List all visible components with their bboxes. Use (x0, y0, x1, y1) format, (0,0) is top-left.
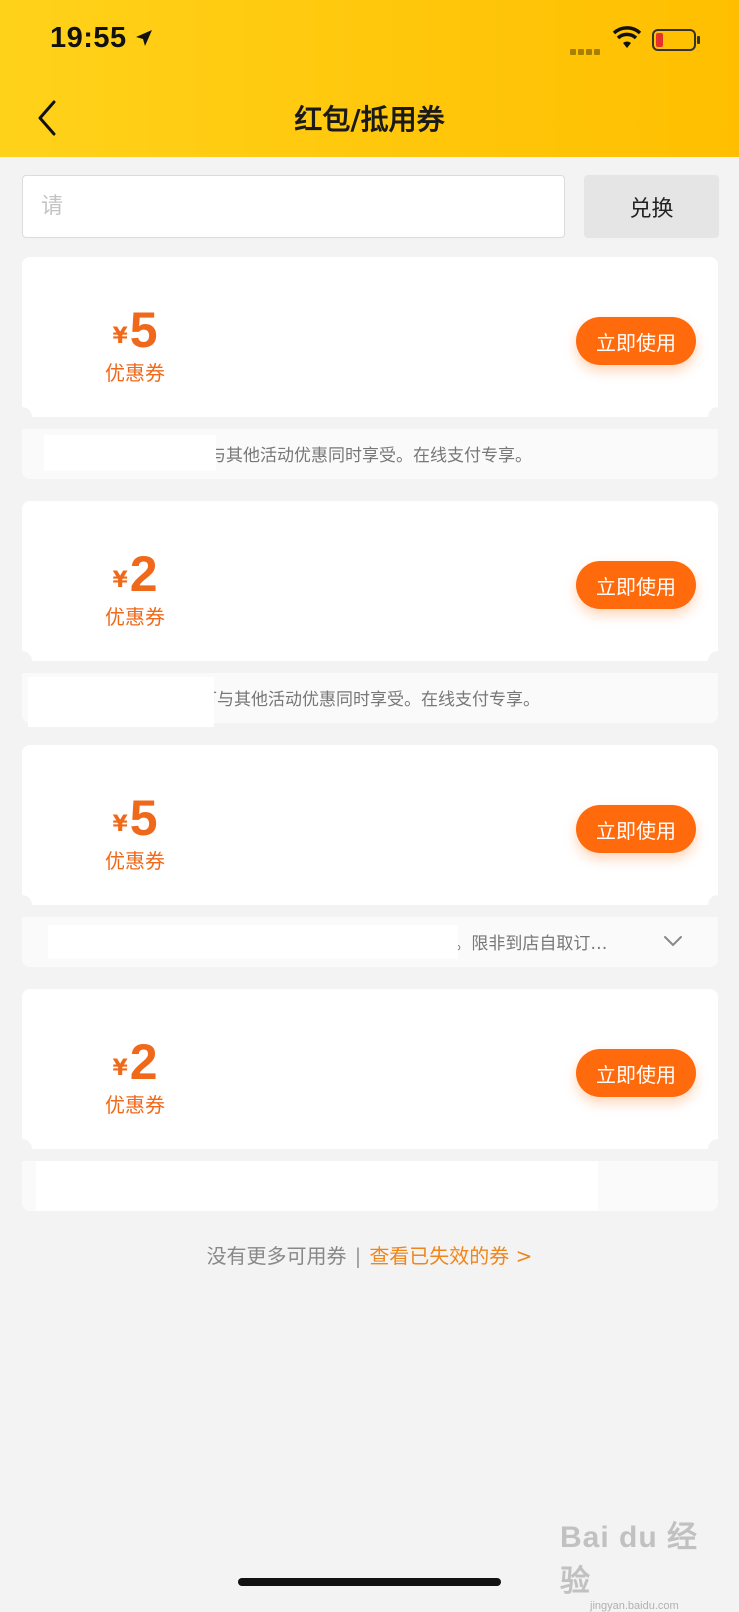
coupon-value: ¥5 优惠券 (80, 793, 190, 874)
coupon-terms: 可与其他活动优惠同时享受。在线支付专享。 (200, 690, 540, 710)
coupon-terms: 可与其他活动优惠同时享受。在线支付专享。 (192, 446, 532, 466)
home-indicator[interactable] (238, 1578, 501, 1586)
use-now-button[interactable]: 立即使用 (576, 805, 696, 853)
coupon-amount: 5 (129, 302, 158, 358)
coupon-value: ¥2 优惠券 (80, 549, 190, 630)
redaction-block (36, 1161, 598, 1211)
header-bar: 19:55 红包/抵用券 (0, 0, 739, 157)
redaction-block (48, 925, 458, 959)
ticket-notch (708, 1139, 728, 1159)
battery-low-icon (652, 29, 700, 51)
coupon-value: ¥2 优惠券 (80, 1037, 190, 1118)
use-now-button[interactable]: 立即使用 (576, 317, 696, 365)
coupon-terms-bar (22, 1161, 718, 1211)
ticket-notch (708, 407, 728, 427)
coupon-main: ¥5 优惠券 立即使用 (22, 257, 718, 417)
ticket-notch (12, 651, 32, 671)
watermark-url: jingyan.baidu.com (590, 1600, 679, 1612)
coupon-type-label: 优惠券 (105, 605, 165, 629)
coupon-type-label: 优惠券 (105, 1093, 165, 1117)
location-arrow-icon (136, 30, 152, 46)
coupon-terms-bar[interactable]: 用 。限非到店自取订… (22, 917, 718, 967)
coupon-main: ¥2 优惠券 立即使用 (22, 989, 718, 1149)
coupon-type-label: 优惠券 (105, 361, 165, 385)
redaction-block (28, 677, 214, 727)
footer-separator: | (354, 1244, 362, 1268)
page-title: 红包/抵用券 (294, 103, 445, 136)
coupon-card: ¥2 优惠券 立即使用 可与其他活动优惠同时享受。在线支付专享。 (12, 501, 728, 727)
coupon-terms-bar: 可与其他活动优惠同时享受。在线支付专享。 (22, 429, 718, 479)
ticket-notch (12, 895, 32, 915)
cellular-signal-icon (570, 40, 602, 59)
coupon-main: ¥2 优惠券 立即使用 (22, 501, 718, 661)
coupon-code-input[interactable] (22, 175, 565, 238)
chevron-down-icon[interactable] (662, 931, 684, 951)
currency-symbol: ¥ (112, 568, 128, 593)
currency-symbol: ¥ (112, 324, 128, 349)
redaction-block (44, 435, 216, 471)
coupon-amount: 2 (129, 1034, 158, 1090)
ticket-notch (12, 407, 32, 427)
coupon-type-label: 优惠券 (105, 849, 165, 873)
no-more-text: 没有更多可用券 (206, 1244, 347, 1268)
ticket-notch (12, 1139, 32, 1159)
coupon-terms: 用 。限非到店自取订… (432, 934, 608, 954)
use-now-button[interactable]: 立即使用 (576, 1049, 696, 1097)
coupon-amount: 5 (129, 790, 158, 846)
coupon-main: ¥5 优惠券 立即使用 (22, 745, 718, 905)
status-time: 19:55 (50, 22, 127, 54)
currency-symbol: ¥ (112, 812, 128, 837)
coupon-amount: 2 (129, 546, 158, 602)
use-now-button[interactable]: 立即使用 (576, 561, 696, 609)
ticket-notch (708, 895, 728, 915)
coupon-card: ¥5 优惠券 立即使用 用 。限非到店自取订… (12, 745, 728, 967)
list-footer: 没有更多可用券 | 查看已失效的券 > (0, 1240, 739, 1269)
watermark-brand: Bai du 经验 (560, 1521, 699, 1598)
coupon-terms-bar: 可与其他活动优惠同时享受。在线支付专享。 (22, 673, 718, 727)
wifi-icon (612, 26, 642, 48)
view-expired-link[interactable]: 查看已失效的券 > (369, 1244, 532, 1268)
coupon-value: ¥5 优惠券 (80, 305, 190, 386)
ticket-notch (708, 651, 728, 671)
coupon-card: ¥5 优惠券 立即使用 可与其他活动优惠同时享受。在线支付专享。 (12, 257, 728, 479)
coupon-card: ¥2 优惠券 立即使用 (12, 989, 728, 1211)
redeem-button[interactable]: 兑换 (584, 175, 719, 238)
currency-symbol: ¥ (112, 1056, 128, 1081)
baidu-jingyan-watermark: Bai du 经验 jingyan.baidu.com (560, 1512, 720, 1612)
